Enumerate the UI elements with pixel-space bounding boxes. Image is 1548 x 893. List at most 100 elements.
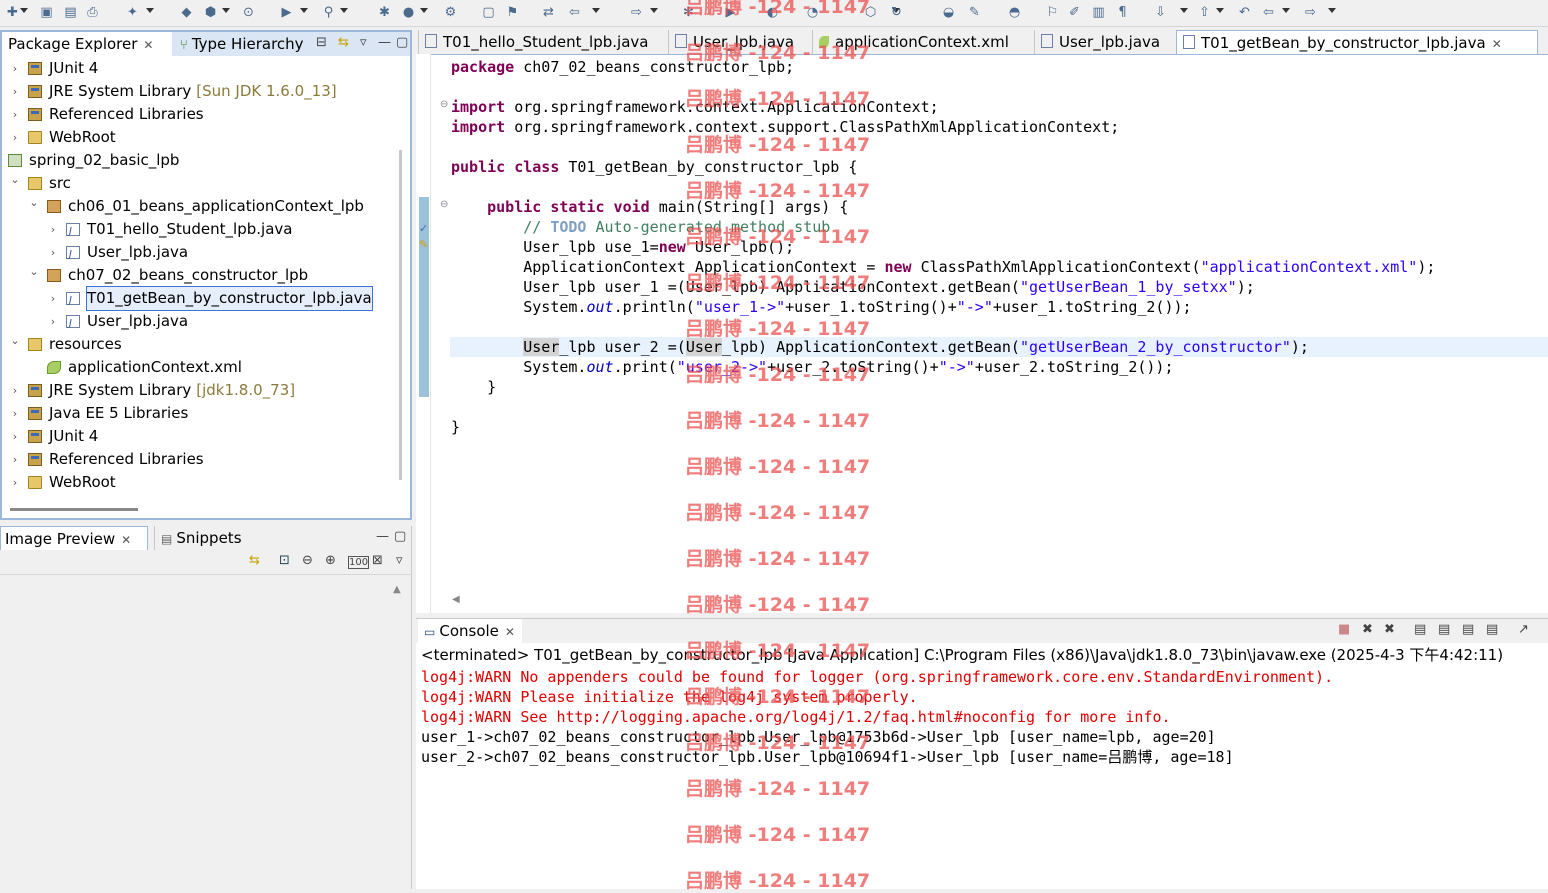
dropdown-arrow-icon[interactable] — [650, 8, 658, 13]
collapse-chevron-icon[interactable]: › — [10, 448, 20, 471]
expand-chevron-icon[interactable]: ⌄ — [29, 260, 39, 283]
prev-annotation-icon[interactable]: ⇧ — [1196, 4, 1213, 21]
code-line[interactable]: public static void main(String[] args) { — [451, 197, 848, 217]
collapse-chevron-icon[interactable]: › — [48, 287, 58, 310]
code-line[interactable]: System.out.print("user_2->"+user_2.toStr… — [451, 357, 1173, 377]
profile-icon[interactable]: ◔ — [804, 4, 821, 21]
dropdown-arrow-icon[interactable] — [592, 8, 600, 13]
collapse-chevron-icon[interactable]: › — [10, 126, 20, 149]
tree-item[interactable]: › User_lpb.java — [2, 310, 402, 335]
dropdown-arrow-icon[interactable] — [20, 8, 28, 13]
open-task-icon[interactable]: ⚑ — [504, 4, 521, 21]
tree-item[interactable]: › User_lpb.java — [2, 241, 402, 266]
collapse-chevron-icon[interactable]: › — [48, 310, 58, 333]
tab-image-preview[interactable]: Image Preview ✕ — [0, 526, 148, 550]
expand-chevron-icon[interactable]: ⌄ — [10, 329, 20, 352]
tree-item[interactable]: › Referenced Libraries — [2, 448, 402, 471]
code-line[interactable]: package ch07_02_beans_constructor_lpb; — [451, 57, 794, 77]
new-icon[interactable]: ✚ — [4, 4, 21, 21]
open-icon[interactable]: ◒ — [940, 4, 957, 21]
coverage-icon[interactable]: ◐ — [764, 4, 781, 21]
wand-icon[interactable]: ✎ — [966, 4, 983, 21]
collapse-chevron-icon[interactable]: › — [10, 379, 20, 402]
tree-item[interactable]: › Java EE 5 Libraries — [2, 402, 402, 425]
scroll-lock-icon[interactable]: ▤ — [1438, 622, 1450, 637]
collapse-all-icon[interactable]: ⊟ — [316, 35, 327, 50]
paragraph-icon[interactable]: ¶ — [1114, 4, 1131, 21]
close-icon[interactable]: ✕ — [505, 625, 515, 639]
tab-console[interactable]: ▭ Console ✕ — [418, 619, 522, 643]
tree-item[interactable]: ⌄ ch06_01_beans_applicationContext_lpb — [2, 195, 402, 218]
debug-icon[interactable]: ✱ — [376, 4, 393, 21]
last-edit-icon[interactable]: ↶ — [1236, 4, 1253, 21]
code-line[interactable]: import org.springframework.context.Appli… — [451, 97, 939, 117]
tree-item[interactable]: ⌄ src — [2, 172, 402, 195]
code-line[interactable]: // TODO Auto-generated method stub — [451, 217, 830, 237]
run-config-icon[interactable]: ▶ — [278, 4, 295, 21]
expand-chevron-icon[interactable]: ⌄ — [10, 168, 20, 191]
server-icon[interactable]: ⊙ — [240, 4, 257, 21]
tab-package-explorer[interactable]: Package Explorer ✕ — [2, 32, 172, 56]
tree-item[interactable]: spring_02_basic_lpb — [2, 149, 402, 172]
editor-hscroll-left-icon[interactable]: ◀ — [452, 594, 460, 605]
collapse-chevron-icon[interactable]: › — [48, 218, 58, 241]
code-line[interactable]: } — [451, 377, 496, 397]
tree-item[interactable]: ⌄ resources — [2, 333, 402, 356]
maximize-icon[interactable]: ▢ — [396, 35, 408, 50]
editor-tab[interactable]: T01_hello_Student_lpb.java — [418, 30, 666, 54]
dropdown-arrow-icon[interactable] — [420, 8, 428, 13]
save-all-icon[interactable]: ▤ — [62, 4, 79, 21]
code-line[interactable]: User_lpb use_1=new User_lpb(); — [451, 237, 794, 257]
dropdown-arrow-icon[interactable] — [1216, 8, 1224, 13]
collapse-chevron-icon[interactable]: › — [10, 80, 20, 103]
tree-item[interactable]: › JUnit 4 — [2, 57, 402, 80]
close-icon[interactable]: ✕ — [121, 533, 131, 547]
maximize-icon[interactable]: ▢ — [394, 529, 406, 544]
collapse-chevron-icon[interactable]: › — [10, 471, 20, 494]
open-console-icon[interactable]: ↗ — [1518, 622, 1529, 637]
back-icon[interactable]: ⇦ — [566, 4, 583, 21]
external-tools-icon[interactable]: ⚙ — [442, 4, 459, 21]
minimize-icon[interactable]: — — [376, 529, 389, 544]
bug-icon[interactable]: ✻ — [680, 4, 697, 21]
package-icon[interactable]: ◆ — [178, 4, 195, 21]
code-line[interactable]: public class T01_getBean_by_constructor_… — [451, 157, 857, 177]
collapse-chevron-icon[interactable]: › — [48, 241, 58, 264]
run-green-icon[interactable]: ▶ — [722, 4, 739, 21]
run-icon[interactable]: ● — [400, 4, 417, 21]
dropdown-arrow-icon[interactable] — [300, 8, 308, 13]
refresh-icon[interactable]: ↻ — [888, 4, 905, 21]
search-icon[interactable]: ⚲ — [320, 4, 337, 21]
collapse-chevron-icon[interactable]: › — [10, 103, 20, 126]
tree-item[interactable]: › T01_hello_Student_lpb.java — [2, 218, 402, 243]
code-line[interactable]: ApplicationContext ApplicationContext = … — [451, 257, 1435, 277]
code-line[interactable]: System.out.println("user_1->"+user_1.toS… — [451, 297, 1191, 317]
tree-item[interactable]: › JUnit 4 — [2, 425, 402, 448]
tree-item[interactable]: applicationContext.xml — [2, 356, 402, 379]
collapse-chevron-icon[interactable]: › — [10, 57, 20, 80]
tree-item[interactable]: ⌄ ch07_02_beans_constructor_lpb — [2, 264, 402, 287]
print-icon[interactable]: ⎙ — [84, 4, 101, 21]
folder-open-icon[interactable]: ◓ — [1006, 4, 1023, 21]
tab-type-hierarchy[interactable]: ⑂ Type Hierarchy — [174, 32, 312, 56]
pin-icon[interactable]: ⚐ — [1044, 4, 1061, 21]
code-line[interactable]: User_lpb user_2 =(User_lpb) ApplicationC… — [451, 337, 1309, 357]
dropdown-arrow-icon[interactable] — [146, 8, 154, 13]
zoom-in-icon[interactable]: ⊕ — [325, 553, 336, 568]
view-menu-icon[interactable]: ▿ — [360, 35, 367, 50]
terminate-icon[interactable]: ■ — [1338, 622, 1350, 637]
remove-all-icon[interactable]: ✖ — [1384, 622, 1395, 637]
tree-horizontal-scrollbar[interactable] — [10, 508, 138, 511]
new-wizard-icon[interactable]: ✦ — [124, 4, 141, 21]
preview-scrollbar-up-icon[interactable]: ▲ — [393, 584, 401, 595]
code-line[interactable]: } — [451, 417, 460, 437]
editor-tab[interactable]: applicationContext.xml — [812, 30, 1032, 54]
toggle-icon[interactable]: ⇄ — [540, 4, 557, 21]
pin-console-icon[interactable]: ▤ — [1486, 622, 1498, 637]
fold-marker-icon[interactable]: ⊖ — [440, 99, 448, 110]
dropdown-arrow-icon[interactable] — [1282, 8, 1290, 13]
code-line[interactable]: import org.springframework.context.suppo… — [451, 117, 1119, 137]
back-nav-icon[interactable]: ⇦ — [1260, 4, 1277, 21]
minimize-icon[interactable]: — — [378, 35, 391, 50]
code-line[interactable]: User_lpb user_1 =(User_lpb) ApplicationC… — [451, 277, 1255, 297]
